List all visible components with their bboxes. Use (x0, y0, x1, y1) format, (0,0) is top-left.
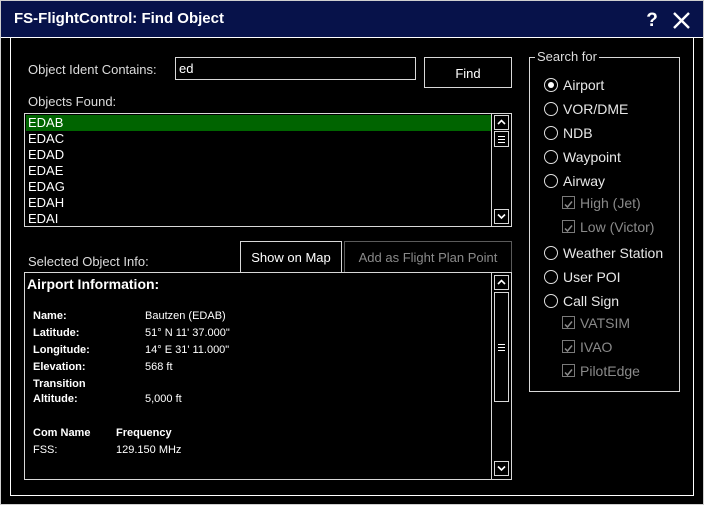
radio-call-sign-label[interactable]: Call Sign (563, 293, 619, 309)
radio-vordme-label[interactable]: VOR/DME (563, 101, 628, 117)
list-item[interactable]: EDAE (26, 163, 491, 179)
chevron-down-icon (497, 465, 506, 472)
scroll-up-button[interactable] (494, 275, 509, 290)
name-key: Name: (33, 310, 67, 322)
longitude-key: Longitude: (33, 344, 90, 356)
selected-info-label: Selected Object Info: (28, 254, 149, 269)
checkbox-pilotedge-label[interactable]: PilotEdge (580, 363, 640, 379)
checkbox-airway-low[interactable] (562, 220, 575, 233)
chevron-up-icon (497, 279, 506, 285)
scroll-up-button[interactable] (494, 115, 509, 130)
list-item[interactable]: EDAB (26, 115, 491, 131)
list-item[interactable]: EDAD (26, 147, 491, 163)
objects-found-label: Objects Found: (28, 94, 117, 109)
elevation-value: 568 ft (145, 361, 173, 373)
show-on-map-button[interactable]: Show on Map (240, 241, 342, 273)
elevation-key: Elevation: (33, 361, 86, 373)
radio-airport-label[interactable]: Airport (563, 77, 604, 93)
frequency-header: Frequency (116, 427, 172, 439)
checkmark-icon (564, 321, 573, 329)
radio-ndb-label[interactable]: NDB (563, 125, 593, 141)
checkbox-pilotedge[interactable] (562, 364, 575, 377)
transition-altitude-value: 5,000 ft (145, 393, 182, 405)
radio-user-poi[interactable] (544, 270, 558, 284)
radio-vordme[interactable] (544, 102, 558, 116)
chevron-down-icon (497, 213, 506, 220)
checkbox-ivao[interactable] (562, 340, 575, 353)
info-panel-scrollbar[interactable] (491, 273, 511, 479)
checkbox-vatsim[interactable] (562, 316, 575, 329)
name-value: Bautzen (EDAB) (145, 310, 226, 322)
close-icon (673, 12, 690, 29)
checkmark-icon (564, 369, 573, 377)
list-item[interactable]: EDAI (26, 211, 491, 227)
objects-list[interactable]: EDAB EDAC EDAD EDAE EDAG EDAH EDAI (24, 113, 512, 227)
search-for-legend: Search for (535, 49, 599, 64)
radio-waypoint[interactable] (544, 150, 558, 164)
radio-user-poi-label[interactable]: User POI (563, 269, 621, 285)
window-title: FS-FlightControl: Find Object (14, 10, 224, 27)
checkmark-icon (564, 201, 573, 209)
checkmark-icon (564, 345, 573, 353)
com-name-header: Com Name (33, 427, 91, 439)
com-name-value: FSS: (33, 444, 58, 456)
help-button[interactable]: ? (640, 8, 664, 34)
transition-key: Transition (33, 378, 86, 390)
radio-ndb[interactable] (544, 126, 558, 140)
checkbox-ivao-label[interactable]: IVAO (580, 339, 612, 355)
com-frequency-value: 129.150 MHz (116, 444, 182, 456)
checkbox-vatsim-label[interactable]: VATSIM (580, 315, 630, 331)
longitude-value: 14° E 31' 11.000" (145, 344, 230, 356)
checkbox-airway-high[interactable] (562, 196, 575, 209)
object-info-panel[interactable]: Airport Information: Name: Bautzen (EDAB… (24, 272, 512, 480)
checkbox-airway-high-label[interactable]: High (Jet) (580, 195, 641, 211)
chevron-up-icon (497, 119, 506, 125)
list-item[interactable]: EDAC (26, 131, 491, 147)
scroll-down-button[interactable] (494, 461, 509, 476)
radio-airway[interactable] (544, 174, 558, 188)
add-flight-plan-point-button[interactable]: Add as Flight Plan Point (344, 241, 512, 273)
transition-altitude-key: Altitude: (33, 393, 78, 405)
scroll-down-button[interactable] (494, 209, 509, 224)
checkmark-icon (564, 225, 573, 233)
close-button[interactable] (670, 8, 694, 34)
scroll-thumb[interactable] (494, 131, 509, 147)
ident-label: Object Ident Contains: (28, 62, 157, 77)
radio-waypoint-label[interactable]: Waypoint (563, 149, 621, 165)
latitude-value: 51° N 11' 37.000" (145, 327, 230, 339)
info-heading: Airport Information: (27, 276, 160, 292)
find-button[interactable]: Find (424, 57, 512, 88)
checkbox-airway-low-label[interactable]: Low (Victor) (580, 219, 654, 235)
radio-call-sign[interactable] (544, 294, 558, 308)
ident-search-input[interactable] (175, 57, 416, 80)
list-item[interactable]: EDAH (26, 195, 491, 211)
radio-airway-label[interactable]: Airway (563, 173, 605, 189)
radio-airport[interactable] (544, 78, 558, 92)
latitude-key: Latitude: (33, 327, 80, 339)
objects-list-scrollbar[interactable] (491, 114, 511, 226)
radio-weather-station[interactable] (544, 246, 558, 260)
list-item[interactable]: EDAG (26, 179, 491, 195)
radio-weather-station-label[interactable]: Weather Station (563, 245, 663, 261)
scroll-thumb[interactable] (494, 292, 509, 402)
